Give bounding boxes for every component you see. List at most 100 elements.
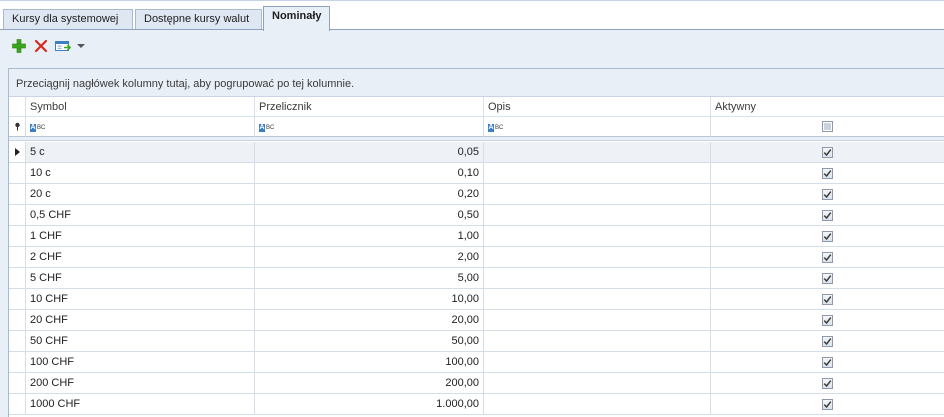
cell-aktywny[interactable] xyxy=(711,289,944,310)
cell-opis[interactable] xyxy=(484,268,711,289)
table-row[interactable]: 1 CHF 1,00 xyxy=(9,226,944,247)
cell-opis[interactable] xyxy=(484,310,711,331)
delete-button[interactable] xyxy=(30,36,52,56)
tab-kursy-dla-systemowej[interactable]: Kursy dla systemowej xyxy=(3,9,133,30)
tab-dostepne-kursy-walut[interactable]: Dostępne kursy walut xyxy=(135,9,262,30)
cell-symbol[interactable]: 50 CHF xyxy=(26,331,255,352)
cell-aktywny[interactable] xyxy=(711,268,944,289)
filter-aktywny[interactable] xyxy=(711,117,944,137)
row-indicator[interactable] xyxy=(9,184,26,205)
aktywny-checkbox[interactable] xyxy=(822,335,833,347)
cell-aktywny[interactable] xyxy=(711,142,944,163)
cell-symbol[interactable]: 10 CHF xyxy=(26,289,255,310)
cell-opis[interactable] xyxy=(484,352,711,373)
cell-przelicznik[interactable]: 100,00 xyxy=(255,352,484,373)
cell-symbol[interactable]: 2 CHF xyxy=(26,247,255,268)
aktywny-checkbox[interactable] xyxy=(822,209,833,221)
cell-przelicznik[interactable]: 0,10 xyxy=(255,163,484,184)
row-indicator[interactable] xyxy=(9,394,26,415)
row-indicator[interactable] xyxy=(9,331,26,352)
cell-symbol[interactable]: 5 c xyxy=(26,142,255,163)
table-row[interactable]: 10 c 0,10 xyxy=(9,163,944,184)
table-row[interactable]: 5 CHF 5,00 xyxy=(9,268,944,289)
cell-aktywny[interactable] xyxy=(711,226,944,247)
aktywny-checkbox[interactable] xyxy=(822,293,833,305)
table-row[interactable]: 5 c 0,05 xyxy=(9,142,944,163)
aktywny-checkbox[interactable] xyxy=(822,251,833,263)
row-indicator[interactable] xyxy=(9,373,26,394)
cell-symbol[interactable]: 20 c xyxy=(26,184,255,205)
row-indicator[interactable] xyxy=(9,247,26,268)
cell-symbol[interactable]: 200 CHF xyxy=(26,373,255,394)
cell-przelicznik[interactable]: 20,00 xyxy=(255,310,484,331)
table-row[interactable]: 50 CHF 50,00 xyxy=(9,331,944,352)
cell-przelicznik[interactable]: 1,00 xyxy=(255,226,484,247)
cell-symbol[interactable]: 100 CHF xyxy=(26,352,255,373)
aktywny-checkbox[interactable] xyxy=(822,188,833,200)
row-indicator[interactable] xyxy=(9,226,26,247)
cell-opis[interactable] xyxy=(484,184,711,205)
filter-przelicznik[interactable]: A BC xyxy=(255,117,484,137)
column-header-opis[interactable]: Opis xyxy=(484,97,711,117)
cell-opis[interactable] xyxy=(484,205,711,226)
table-row[interactable]: 100 CHF 100,00 xyxy=(9,352,944,373)
aktywny-checkbox[interactable] xyxy=(822,230,833,242)
aktywny-checkbox[interactable] xyxy=(822,314,833,326)
cell-symbol[interactable]: 1000 CHF xyxy=(26,394,255,415)
table-row[interactable]: 20 CHF 20,00 xyxy=(9,310,944,331)
cell-przelicznik[interactable]: 0,50 xyxy=(255,205,484,226)
cell-opis[interactable] xyxy=(484,163,711,184)
row-indicator[interactable] xyxy=(9,268,26,289)
tab-nominaly[interactable]: Nominały xyxy=(263,6,330,31)
aktywny-checkbox[interactable] xyxy=(822,272,833,284)
group-by-panel[interactable]: Przeciągnij nagłówek kolumny tutaj, aby … xyxy=(9,69,944,97)
cell-aktywny[interactable] xyxy=(711,331,944,352)
row-indicator[interactable] xyxy=(9,289,26,310)
table-row[interactable]: 200 CHF 200,00 xyxy=(9,373,944,394)
row-indicator[interactable] xyxy=(9,352,26,373)
export-dropdown-button[interactable] xyxy=(74,36,88,56)
cell-aktywny[interactable] xyxy=(711,373,944,394)
export-button[interactable] xyxy=(52,36,74,56)
cell-symbol[interactable]: 5 CHF xyxy=(26,268,255,289)
column-header-przelicznik[interactable]: Przelicznik xyxy=(255,97,484,117)
cell-opis[interactable] xyxy=(484,226,711,247)
table-row[interactable]: 1000 CHF 1.000,00 xyxy=(9,394,944,415)
cell-aktywny[interactable] xyxy=(711,247,944,268)
add-button[interactable] xyxy=(8,36,30,56)
row-indicator[interactable] xyxy=(9,142,26,163)
column-header-aktywny[interactable]: Aktywny xyxy=(711,97,944,117)
row-indicator[interactable] xyxy=(9,310,26,331)
cell-przelicznik[interactable]: 10,00 xyxy=(255,289,484,310)
cell-aktywny[interactable] xyxy=(711,205,944,226)
cell-symbol[interactable]: 0,5 CHF xyxy=(26,205,255,226)
cell-symbol[interactable]: 10 c xyxy=(26,163,255,184)
aktywny-checkbox[interactable] xyxy=(822,146,833,158)
cell-przelicznik[interactable]: 0,05 xyxy=(255,142,484,163)
filter-opis[interactable]: A BC xyxy=(484,117,711,137)
cell-przelicznik[interactable]: 50,00 xyxy=(255,331,484,352)
cell-opis[interactable] xyxy=(484,394,711,415)
aktywny-checkbox[interactable] xyxy=(822,167,833,179)
aktywny-checkbox[interactable] xyxy=(822,356,833,368)
cell-aktywny[interactable] xyxy=(711,352,944,373)
row-indicator[interactable] xyxy=(9,163,26,184)
cell-przelicznik[interactable]: 2,00 xyxy=(255,247,484,268)
cell-symbol[interactable]: 1 CHF xyxy=(26,226,255,247)
cell-aktywny[interactable] xyxy=(711,394,944,415)
table-row[interactable]: 0,5 CHF 0,50 xyxy=(9,205,944,226)
table-row[interactable]: 2 CHF 2,00 xyxy=(9,247,944,268)
cell-opis[interactable] xyxy=(484,142,711,163)
cell-przelicznik[interactable]: 200,00 xyxy=(255,373,484,394)
row-indicator[interactable] xyxy=(9,205,26,226)
cell-przelicznik[interactable]: 1.000,00 xyxy=(255,394,484,415)
aktywny-checkbox[interactable] xyxy=(822,377,833,389)
table-row[interactable]: 10 CHF 10,00 xyxy=(9,289,944,310)
filter-symbol[interactable]: A BC xyxy=(26,117,255,137)
filter-aktywny-checkbox[interactable] xyxy=(822,121,833,132)
cell-opis[interactable] xyxy=(484,289,711,310)
cell-przelicznik[interactable]: 0,20 xyxy=(255,184,484,205)
aktywny-checkbox[interactable] xyxy=(822,398,833,410)
cell-symbol[interactable]: 20 CHF xyxy=(26,310,255,331)
cell-przelicznik[interactable]: 5,00 xyxy=(255,268,484,289)
